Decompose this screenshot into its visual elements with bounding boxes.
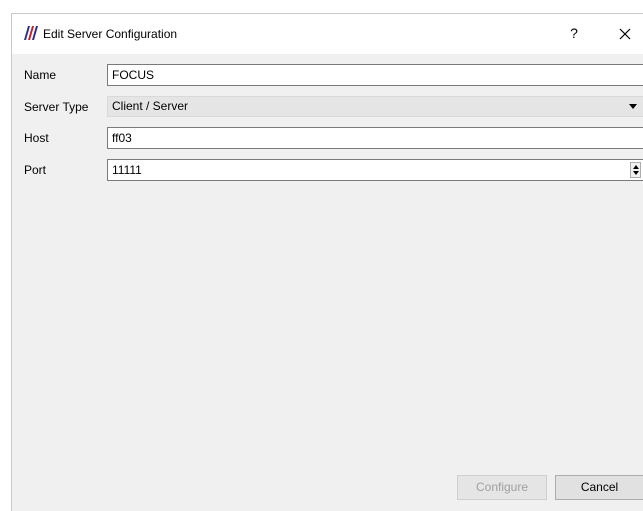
chevron-down-icon	[629, 104, 637, 109]
configure-button[interactable]: Configure	[457, 475, 547, 500]
host-label: Host	[24, 131, 49, 145]
stepper-down-icon[interactable]	[633, 171, 639, 175]
stepper-up-icon[interactable]	[633, 165, 639, 169]
server-type-value: Client / Server	[112, 99, 189, 113]
port-label: Port	[24, 163, 47, 177]
paraview-logo-icon	[24, 26, 38, 40]
host-field[interactable]: ff03	[107, 127, 643, 149]
dialog-title: Edit Server Configuration	[43, 27, 178, 41]
port-value: 11111	[112, 163, 142, 177]
cancel-button[interactable]: Cancel	[555, 475, 643, 500]
close-icon[interactable]	[614, 23, 636, 45]
title-bar: Edit Server Configuration ?	[12, 14, 643, 54]
server-type-label: Server Type	[24, 100, 89, 114]
port-spinbox[interactable]: 11111	[107, 159, 643, 181]
name-field[interactable]: FOCUS	[107, 64, 643, 86]
edit-server-dialog: Edit Server Configuration ? Name FOCUS S…	[11, 13, 643, 511]
port-stepper[interactable]	[630, 162, 641, 178]
server-type-select[interactable]: Client / Server	[107, 96, 643, 117]
name-label: Name	[24, 68, 57, 82]
help-button[interactable]: ?	[564, 23, 584, 43]
